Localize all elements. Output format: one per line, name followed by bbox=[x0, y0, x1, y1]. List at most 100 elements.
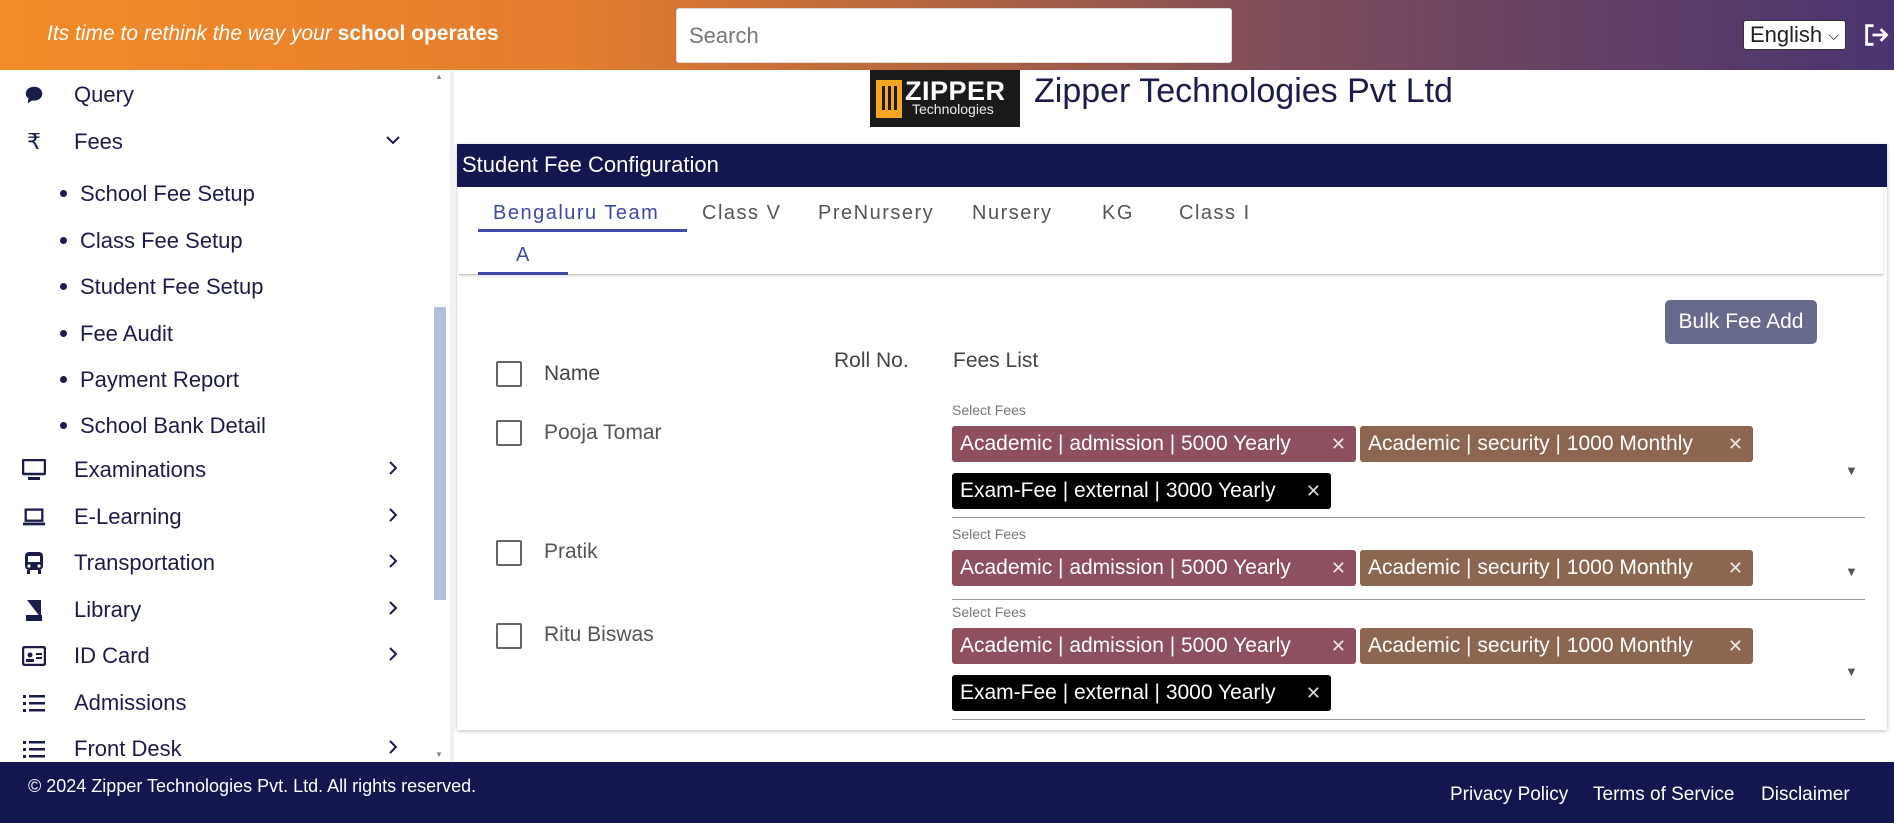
bullet-icon bbox=[60, 283, 67, 290]
logout-icon[interactable] bbox=[1862, 20, 1890, 50]
chevron-right-icon bbox=[385, 459, 401, 482]
subitem-label: Student Fee Setup bbox=[80, 274, 264, 299]
bulk-fee-add-button[interactable]: Bulk Fee Add bbox=[1665, 300, 1817, 344]
sidebar-subitem-school-fee-setup[interactable]: School Fee Setup bbox=[0, 176, 420, 212]
bullet-icon bbox=[60, 237, 67, 244]
search-input[interactable] bbox=[676, 8, 1232, 63]
tab-nursery[interactable]: Nursery bbox=[972, 202, 1053, 225]
chevron-right-icon bbox=[385, 552, 401, 575]
close-icon[interactable]: ✕ bbox=[1306, 481, 1321, 502]
tab-class-v[interactable]: Class V bbox=[702, 202, 781, 225]
column-header-fees-list: Fees List bbox=[953, 349, 1039, 372]
sidebar-item-label: Front Desk bbox=[74, 736, 182, 761]
chevron-right-icon bbox=[385, 738, 401, 761]
fee-chip[interactable]: Academic | security | 1000 Monthly ✕ bbox=[1360, 426, 1753, 462]
bullet-icon bbox=[60, 422, 67, 429]
footer: © 2024 Zipper Technologies Pvt. Ltd. All… bbox=[0, 762, 1894, 823]
fee-chip-label: Academic | security | 1000 Monthly bbox=[1368, 432, 1693, 455]
tab-bengaluru-team[interactable]: Bengaluru Team bbox=[493, 202, 659, 225]
sidebar-item-library[interactable]: Library bbox=[0, 590, 420, 630]
disclaimer-link[interactable]: Disclaimer bbox=[1761, 784, 1850, 806]
company-name: Zipper Technologies Pvt Ltd bbox=[1034, 72, 1453, 110]
sidebar-item-e-learning[interactable]: E-Learning bbox=[0, 497, 420, 537]
sidebar-subitem-school-bank-detail[interactable]: School Bank Detail bbox=[0, 408, 420, 444]
row-checkbox[interactable] bbox=[496, 623, 522, 649]
select-fees-underline bbox=[952, 517, 1865, 518]
sidebar-item-label: ID Card bbox=[74, 643, 150, 668]
id-card-icon bbox=[22, 644, 46, 668]
dropdown-arrow-icon[interactable]: ▼ bbox=[1845, 564, 1858, 579]
copyright-text: © 2024 Zipper Technologies Pvt. Ltd. All… bbox=[28, 776, 477, 796]
student-name: Pooja Tomar bbox=[544, 421, 662, 444]
sidebar-item-fees[interactable]: ₹ Fees bbox=[0, 122, 420, 162]
scroll-down-arrow-icon[interactable]: ▼ bbox=[435, 750, 443, 759]
bullet-icon bbox=[60, 190, 67, 197]
privacy-policy-link[interactable]: Privacy Policy bbox=[1450, 784, 1568, 806]
sidebar-subitem-fee-audit[interactable]: Fee Audit bbox=[0, 316, 420, 352]
tab-section-a[interactable]: A bbox=[516, 244, 531, 267]
sidebar-item-examinations[interactable]: Examinations bbox=[0, 450, 420, 490]
select-fees-label: Select Fees bbox=[952, 604, 1026, 620]
select-fees-label: Select Fees bbox=[952, 402, 1026, 418]
sidebar-item-label: Query bbox=[74, 82, 134, 107]
sidebar-item-admissions[interactable]: Admissions bbox=[0, 683, 420, 723]
select-all-checkbox[interactable] bbox=[496, 361, 522, 387]
tagline-bold: school operates bbox=[337, 22, 499, 45]
fee-chip-label: Academic | security | 1000 Monthly bbox=[1368, 634, 1693, 657]
fee-chip-label: Exam-Fee | external | 3000 Yearly bbox=[960, 479, 1276, 502]
sidebar-scrollbar-thumb[interactable] bbox=[434, 307, 446, 600]
tagline: Its time to rethink the way your school … bbox=[47, 22, 499, 46]
close-icon[interactable]: ✕ bbox=[1728, 434, 1743, 455]
language-select[interactable]: English ⌵ bbox=[1743, 20, 1846, 50]
chat-icon bbox=[22, 83, 46, 107]
sidebar-subitem-class-fee-setup[interactable]: Class Fee Setup bbox=[0, 223, 420, 259]
card-title: Student Fee Configuration bbox=[457, 144, 1887, 187]
fee-chip[interactable]: Academic | admission | 5000 Yearly ✕ bbox=[952, 550, 1356, 586]
close-icon[interactable]: ✕ bbox=[1728, 558, 1743, 579]
select-fees-underline bbox=[952, 719, 1865, 720]
chevron-down-icon: ⌵ bbox=[1828, 26, 1839, 43]
subitem-label: School Bank Detail bbox=[80, 413, 266, 438]
sidebar-item-label: Fees bbox=[74, 129, 123, 154]
sidebar-subitem-payment-report[interactable]: Payment Report bbox=[0, 362, 420, 398]
close-icon[interactable]: ✕ bbox=[1331, 434, 1346, 455]
row-checkbox[interactable] bbox=[496, 420, 522, 446]
scroll-up-arrow-icon[interactable]: ▲ bbox=[435, 72, 443, 81]
student-name: Ritu Biswas bbox=[544, 623, 654, 646]
laptop-icon bbox=[22, 505, 46, 529]
fee-chip[interactable]: Exam-Fee | external | 3000 Yearly ✕ bbox=[952, 675, 1331, 711]
logo-subtext: Technologies bbox=[912, 101, 994, 117]
dropdown-arrow-icon[interactable]: ▼ bbox=[1845, 463, 1858, 478]
fee-chip-label: Academic | admission | 5000 Yearly bbox=[960, 556, 1291, 579]
tab-class-i[interactable]: Class I bbox=[1179, 202, 1251, 225]
fee-chip[interactable]: Exam-Fee | external | 3000 Yearly ✕ bbox=[952, 473, 1331, 509]
sidebar-item-query[interactable]: Query bbox=[0, 75, 420, 115]
sidebar-item-id-card[interactable]: ID Card bbox=[0, 636, 420, 676]
tab-kg[interactable]: KG bbox=[1102, 202, 1134, 225]
sidebar-item-label: Transportation bbox=[74, 550, 216, 575]
close-icon[interactable]: ✕ bbox=[1331, 558, 1346, 579]
fee-chip[interactable]: Academic | security | 1000 Monthly ✕ bbox=[1360, 628, 1753, 664]
close-icon[interactable]: ✕ bbox=[1331, 636, 1346, 657]
close-icon[interactable]: ✕ bbox=[1728, 636, 1743, 657]
fee-chip[interactable]: Academic | security | 1000 Monthly ✕ bbox=[1360, 550, 1753, 586]
fee-chip-label: Academic | admission | 5000 Yearly bbox=[960, 432, 1291, 455]
close-icon[interactable]: ✕ bbox=[1306, 683, 1321, 704]
sidebar: Query ₹ Fees School Fee Setup Class Fee … bbox=[0, 70, 450, 762]
bullet-icon bbox=[60, 330, 67, 337]
dropdown-arrow-icon[interactable]: ▼ bbox=[1845, 664, 1858, 679]
fee-chip[interactable]: Academic | admission | 5000 Yearly ✕ bbox=[952, 426, 1356, 462]
bus-icon bbox=[22, 551, 46, 575]
tab-prenursery[interactable]: PreNursery bbox=[818, 202, 934, 225]
book-icon bbox=[22, 598, 46, 622]
tagline-text: Its time to rethink the way your bbox=[47, 22, 332, 45]
sidebar-divider bbox=[450, 70, 454, 762]
sidebar-item-label: Admissions bbox=[74, 690, 187, 715]
row-checkbox[interactable] bbox=[496, 540, 522, 566]
terms-of-service-link[interactable]: Terms of Service bbox=[1593, 784, 1734, 806]
sidebar-item-transportation[interactable]: Transportation bbox=[0, 543, 420, 583]
bullet-icon bbox=[60, 376, 67, 383]
sidebar-item-front-desk[interactable]: Front Desk bbox=[0, 729, 420, 762]
sidebar-subitem-student-fee-setup[interactable]: Student Fee Setup bbox=[0, 269, 420, 305]
fee-chip[interactable]: Academic | admission | 5000 Yearly ✕ bbox=[952, 628, 1356, 664]
